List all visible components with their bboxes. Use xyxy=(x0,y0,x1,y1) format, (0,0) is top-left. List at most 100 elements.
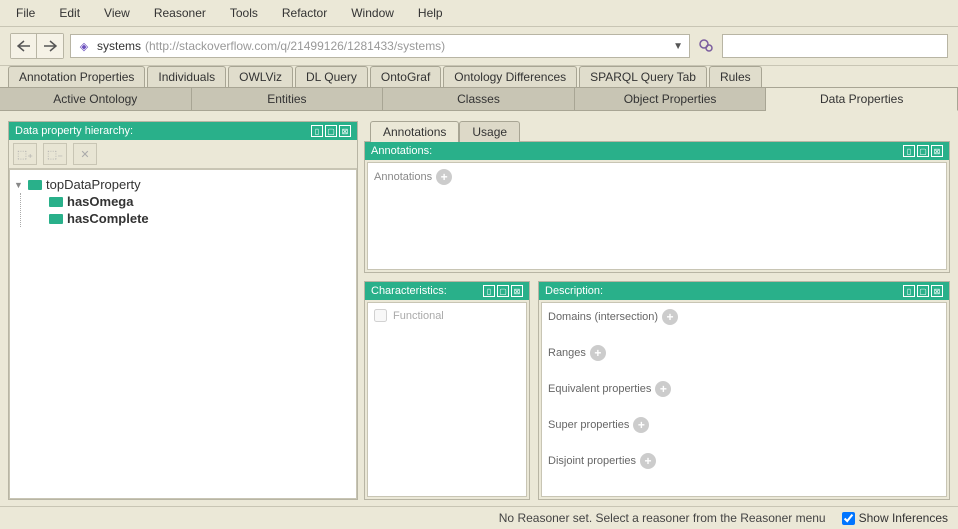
ontology-icon: ◈ xyxy=(77,39,91,53)
annotations-label: Annotations xyxy=(374,171,432,183)
annotations-title: Annotations: xyxy=(371,145,432,157)
main-tab[interactable]: Entities xyxy=(192,88,384,110)
description-title: Description: xyxy=(545,285,603,297)
characteristics-title: Characteristics: xyxy=(371,285,447,297)
panel-btn-1[interactable]: ▯ xyxy=(483,285,495,297)
panel-btn-2[interactable]: ▢ xyxy=(917,145,929,157)
menu-tools[interactable]: Tools xyxy=(218,2,270,24)
add-button[interactable]: + xyxy=(633,417,649,433)
menu-edit[interactable]: Edit xyxy=(47,2,92,24)
description-item: Domains (intersection) + xyxy=(548,309,940,325)
description-item: Disjoint properties+ xyxy=(548,453,940,469)
hierarchy-header: Data property hierarchy: ▯ ▢ ⊠ xyxy=(9,122,357,140)
add-sibling-button[interactable]: ⬚₊ xyxy=(13,143,37,165)
annotations-body: Annotations + xyxy=(367,162,947,270)
panel-btn-2[interactable]: ▢ xyxy=(497,285,509,297)
menu-file[interactable]: File xyxy=(4,2,47,24)
description-header: Description: ▯ ▢ ⊠ xyxy=(539,282,949,300)
status-message: No Reasoner set. Select a reasoner from … xyxy=(499,511,826,525)
delete-button[interactable]: ✕ xyxy=(73,143,97,165)
menu-window[interactable]: Window xyxy=(339,2,406,24)
panel-header-buttons: ▯ ▢ ⊠ xyxy=(903,285,943,297)
main-tab[interactable]: Active Ontology xyxy=(0,88,192,110)
panel-btn-1[interactable]: ▯ xyxy=(311,125,323,137)
add-button[interactable]: + xyxy=(655,381,671,397)
functional-checkbox-input[interactable] xyxy=(374,309,387,322)
search-input[interactable] xyxy=(722,34,948,58)
tree-item-label: hasOmega xyxy=(67,194,133,209)
functional-checkbox[interactable]: Functional xyxy=(374,309,520,322)
toolbar: ◈ systems (http://stackoverflow.com/q/21… xyxy=(0,27,958,66)
right-column: Annotations Usage Annotations: ▯ ▢ ⊠ Ann… xyxy=(364,121,950,500)
description-item: Super properties + xyxy=(548,417,940,433)
add-button[interactable]: + xyxy=(662,309,678,325)
tool-tab[interactable]: Rules xyxy=(709,66,762,87)
annotations-header: Annotations: ▯ ▢ ⊠ xyxy=(365,142,949,160)
hierarchy-title: Data property hierarchy: xyxy=(15,125,133,137)
hierarchy-toolbar: ⬚₊ ⬚₋ ✕ xyxy=(9,140,357,169)
characteristics-body: Functional xyxy=(367,302,527,497)
tree-item[interactable]: hasOmega xyxy=(21,193,352,210)
add-button[interactable]: + xyxy=(590,345,606,361)
add-button[interactable]: + xyxy=(640,453,656,469)
menu-reasoner[interactable]: Reasoner xyxy=(142,2,218,24)
description-item-label: Equivalent properties xyxy=(548,383,651,395)
forward-button[interactable] xyxy=(37,34,63,58)
tool-tab[interactable]: SPARQL Query Tab xyxy=(579,66,707,87)
back-button[interactable] xyxy=(11,34,37,58)
tab-usage[interactable]: Usage xyxy=(459,121,520,142)
main-tab[interactable]: Classes xyxy=(383,88,575,110)
main-tabs: Active OntologyEntitiesClassesObject Pro… xyxy=(0,87,958,111)
tree-item[interactable]: hasComplete xyxy=(21,210,352,227)
main-tab[interactable]: Data Properties xyxy=(766,88,958,111)
panel-btn-3[interactable]: ⊠ xyxy=(931,285,943,297)
menu-refactor[interactable]: Refactor xyxy=(270,2,339,24)
tool-tab[interactable]: Annotation Properties xyxy=(8,66,145,87)
search-icon[interactable] xyxy=(696,36,716,56)
bottom-row: Characteristics: ▯ ▢ ⊠ Functional xyxy=(364,281,950,500)
collapse-icon[interactable]: ▼ xyxy=(14,180,26,190)
annotations-section: Annotations Usage Annotations: ▯ ▢ ⊠ Ann… xyxy=(364,121,950,273)
tree-root[interactable]: ▼ topDataProperty xyxy=(14,176,352,193)
show-inferences-checkbox[interactable] xyxy=(842,512,855,525)
panel-header-buttons: ▯ ▢ ⊠ xyxy=(903,145,943,157)
description-item-label: Super properties xyxy=(548,419,629,431)
tool-tab[interactable]: OWLViz xyxy=(228,66,293,87)
panel-btn-1[interactable]: ▯ xyxy=(903,145,915,157)
main-tab[interactable]: Object Properties xyxy=(575,88,767,110)
add-annotation-button[interactable]: + xyxy=(436,169,452,185)
content-area: Data property hierarchy: ▯ ▢ ⊠ ⬚₊ ⬚₋ ✕ ▼… xyxy=(0,111,958,506)
show-inferences-label: Show Inferences xyxy=(859,511,948,525)
tool-tab[interactable]: Individuals xyxy=(147,66,226,87)
description-item: Equivalent properties + xyxy=(548,381,940,397)
tool-tab[interactable]: DL Query xyxy=(295,66,368,87)
tool-tab[interactable]: Ontology Differences xyxy=(443,66,577,87)
description-panel: Description: ▯ ▢ ⊠ Domains (intersection… xyxy=(538,281,950,500)
panel-btn-1[interactable]: ▯ xyxy=(903,285,915,297)
add-child-button[interactable]: ⬚₋ xyxy=(43,143,67,165)
show-inferences-toggle[interactable]: Show Inferences xyxy=(842,511,948,525)
address-name: systems xyxy=(97,39,141,53)
tool-tab[interactable]: OntoGraf xyxy=(370,66,441,87)
dropdown-arrow-icon[interactable]: ▼ xyxy=(673,41,683,52)
address-bar[interactable]: ◈ systems (http://stackoverflow.com/q/21… xyxy=(70,34,690,58)
annotations-row: Annotations + xyxy=(374,169,940,185)
property-tree[interactable]: ▼ topDataProperty hasOmega hasComplete xyxy=(9,169,357,499)
data-property-icon xyxy=(28,180,42,190)
description-item-label: Domains (intersection) xyxy=(548,311,658,323)
description-item-label: Ranges xyxy=(548,347,586,359)
tree-root-label: topDataProperty xyxy=(46,177,141,192)
annotation-tabs: Annotations Usage xyxy=(370,121,950,142)
panel-btn-3[interactable]: ⊠ xyxy=(931,145,943,157)
panel-btn-2[interactable]: ▢ xyxy=(325,125,337,137)
panel-btn-3[interactable]: ⊠ xyxy=(511,285,523,297)
panel-btn-3[interactable]: ⊠ xyxy=(339,125,351,137)
menu-help[interactable]: Help xyxy=(406,2,455,24)
tab-annotations[interactable]: Annotations xyxy=(370,121,459,142)
panel-btn-2[interactable]: ▢ xyxy=(917,285,929,297)
menu-bar: FileEditViewReasonerToolsRefactorWindowH… xyxy=(0,0,958,27)
description-item: Ranges + xyxy=(548,345,940,361)
menu-view[interactable]: View xyxy=(92,2,142,24)
arrow-left-icon xyxy=(17,40,31,52)
hierarchy-panel: Data property hierarchy: ▯ ▢ ⊠ ⬚₊ ⬚₋ ✕ ▼… xyxy=(8,121,358,500)
